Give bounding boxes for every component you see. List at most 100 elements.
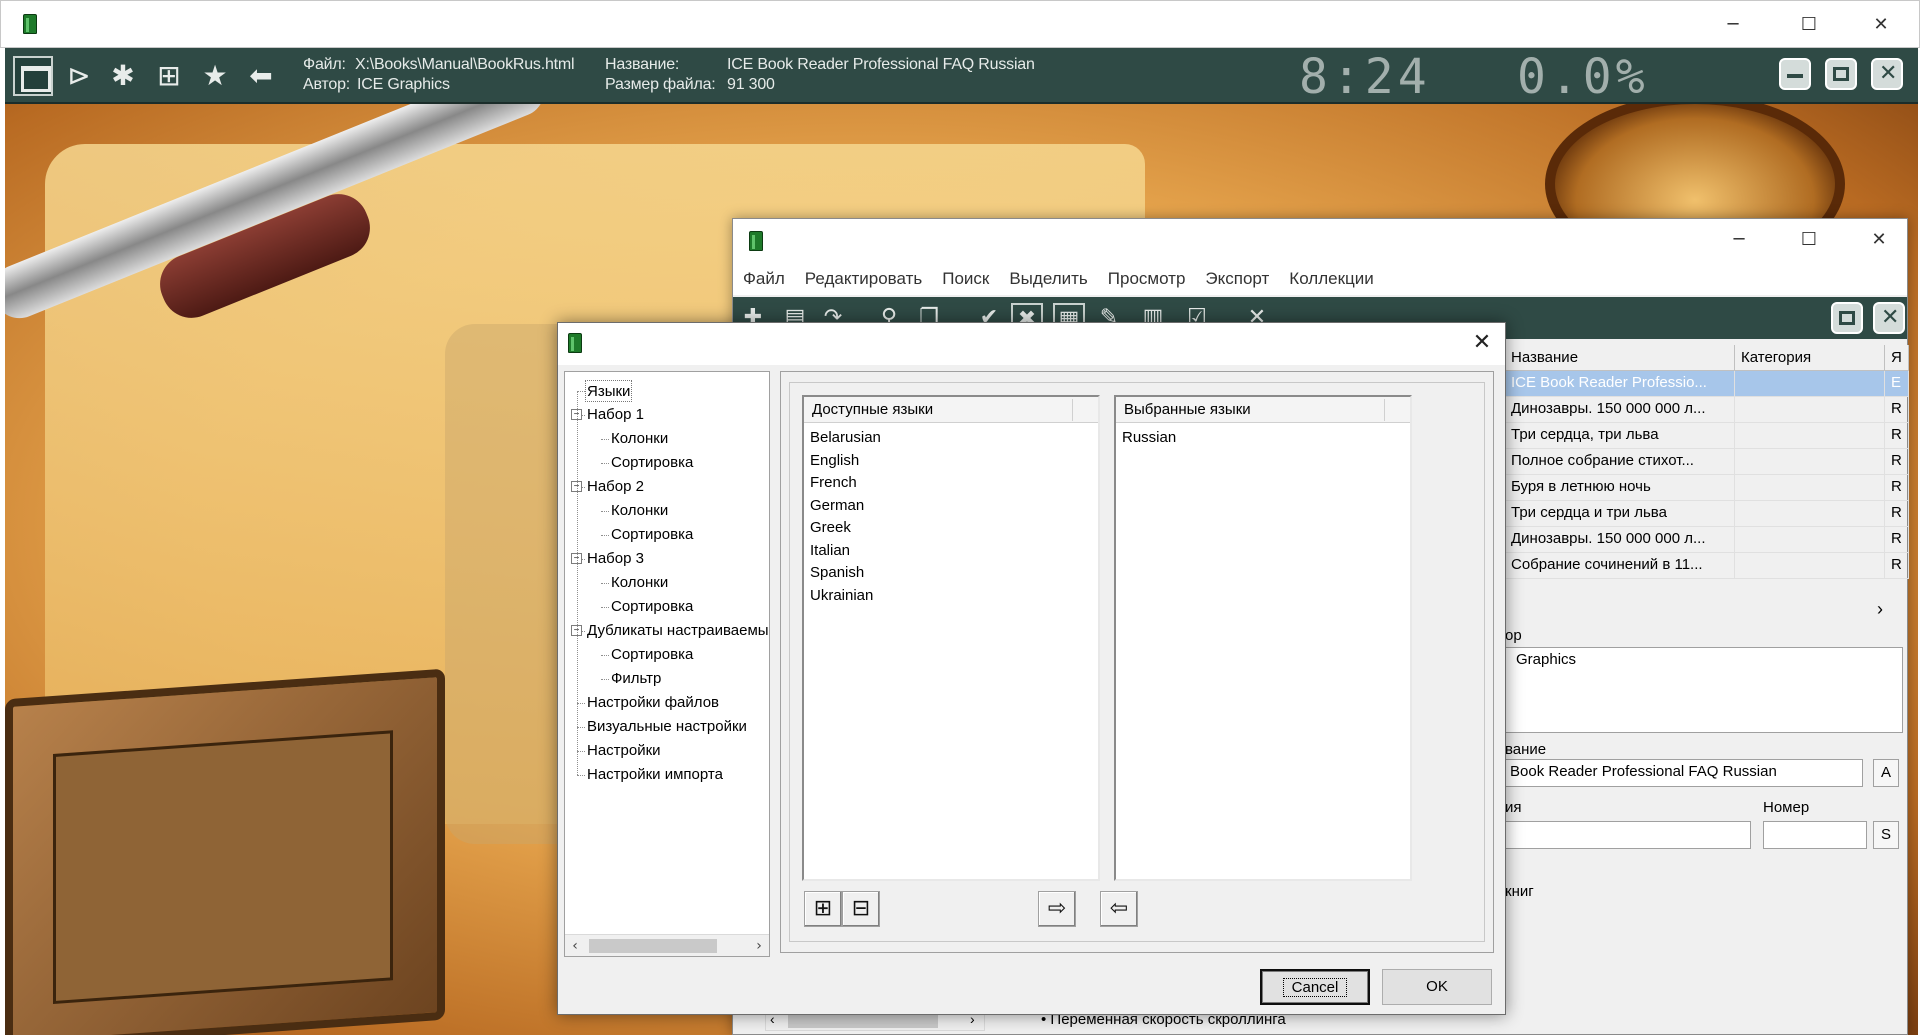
menu-edit[interactable]: Редактировать (805, 269, 922, 289)
close-button[interactable]: ✕ (1851, 1, 1911, 47)
tree-node[interactable]: Настройки (587, 740, 661, 762)
title-input[interactable]: Book Reader Professional FAQ Russian (1505, 759, 1863, 787)
list-item[interactable]: Greek (810, 517, 851, 539)
list-item[interactable]: Belarusian (810, 427, 881, 449)
table-row[interactable]: Буря в летнюю ночь R (1505, 475, 1909, 501)
menu-view[interactable]: Просмотр (1108, 269, 1186, 289)
list-item[interactable]: German (810, 495, 864, 517)
tree-node[interactable]: Дубликаты настраиваемые (587, 620, 769, 642)
collection-toolbar-restore-button[interactable] (1831, 302, 1863, 334)
dialog-close-button[interactable]: ✕ (1459, 323, 1505, 365)
author-textarea[interactable]: Graphics (1505, 647, 1903, 733)
tree-node[interactable]: Настройки импорта (587, 764, 723, 786)
series-input[interactable] (1505, 821, 1751, 849)
tree-node[interactable]: Языки (585, 380, 633, 402)
author-textarea-value: Graphics (1516, 651, 1577, 668)
table-scroll-right-arrow[interactable]: › (1877, 599, 1883, 620)
collection-close-button[interactable]: ✕ (1849, 219, 1909, 259)
reader-close-button[interactable]: ✕ (1871, 58, 1903, 90)
table-row[interactable]: Полное собрание стихот... R (1505, 449, 1909, 475)
tree-node[interactable]: Колонки (611, 428, 668, 450)
tree-connector (577, 391, 585, 392)
menu-file[interactable]: Файл (743, 269, 785, 289)
column-category[interactable]: Категория (1735, 345, 1885, 371)
add-bookmark-icon[interactable]: ⊞ (151, 58, 187, 94)
available-languages-list[interactable]: Доступные языки Belarusian English French G… (802, 395, 1100, 881)
ok-button[interactable]: OK (1382, 969, 1492, 1005)
list-item[interactable]: English (810, 450, 859, 472)
dialog-app-icon (568, 333, 582, 353)
back-arrow-icon[interactable]: ⬅ (243, 58, 279, 94)
column-lang[interactable]: Я (1885, 345, 1909, 371)
collection-maximize-button[interactable]: ☐ (1779, 219, 1839, 259)
table-row[interactable]: ICE Book Reader Professio... E (1505, 371, 1909, 397)
add-language-button[interactable]: ⊞ (804, 891, 842, 927)
tree-connector (601, 439, 609, 440)
menu-search[interactable]: Поиск (942, 269, 989, 289)
tree-node[interactable]: Фильтр (611, 668, 661, 690)
tree-scroll-right-icon[interactable]: › (749, 935, 769, 956)
selected-languages-header: Выбранные языки (1116, 397, 1410, 423)
arrow-right-icon: ⇨ (1047, 896, 1067, 921)
tree-connector (577, 751, 585, 752)
collection-toolbar-close-button[interactable]: ✕ (1873, 302, 1905, 334)
table-cell-title: ICE Book Reader Professio... (1505, 371, 1735, 397)
cancel-button[interactable]: Cancel (1260, 969, 1370, 1005)
tree-node[interactable]: Набор 1 (587, 404, 644, 426)
star-icon[interactable]: ★ (197, 58, 233, 94)
tree-node[interactable]: Набор 3 (587, 548, 644, 570)
open-book-button[interactable] (13, 56, 53, 96)
reader-minimize-button[interactable] (1779, 58, 1811, 90)
table-row[interactable]: Динозавры. 150 000 000 л... R (1505, 397, 1909, 423)
table-cell-category (1735, 449, 1885, 475)
tree-node[interactable]: Сортировка (611, 524, 693, 546)
table-row[interactable]: Три сердца и три льва R (1505, 501, 1909, 527)
move-left-button[interactable]: ⇦ (1100, 891, 1138, 927)
number-input[interactable] (1763, 821, 1867, 849)
tree-scroll-left-icon[interactable]: ‹ (565, 935, 585, 956)
author-value: ICE Graphics (357, 76, 450, 93)
list-item[interactable]: Russian (1122, 427, 1176, 449)
selected-languages-list[interactable]: Выбранные языки Russian (1114, 395, 1412, 881)
menu-collections[interactable]: Коллекции (1289, 269, 1373, 289)
table-row[interactable]: Собрание сочинений в 11... R (1505, 553, 1909, 579)
available-languages-header: Доступные языки (804, 397, 1098, 423)
remove-language-button[interactable]: ⊟ (842, 891, 880, 927)
table-cell-title: Собрание сочинений в 11... (1505, 553, 1735, 579)
table-cell-lang: R (1885, 397, 1909, 423)
tree-node[interactable]: Сортировка (611, 452, 693, 474)
maximize-button[interactable]: ☐ (1779, 1, 1839, 47)
settings-icon[interactable]: ✱ (105, 58, 141, 94)
scroll-thumb[interactable] (788, 1014, 938, 1028)
tree-node[interactable]: Сортировка (611, 596, 693, 618)
tree-horizontal-scrollbar[interactable]: ‹ › (565, 934, 769, 956)
collection-titlebar: ─ ☐ ✕ (733, 219, 1907, 263)
minimize-button[interactable]: ─ (1703, 1, 1763, 47)
play-icon[interactable]: ⊳ (61, 58, 97, 94)
tree-connector (601, 463, 609, 464)
table-cell-category (1735, 553, 1885, 579)
list-item[interactable]: French (810, 472, 857, 494)
list-item[interactable]: Ukrainian (810, 585, 873, 607)
table-row[interactable]: Три сердца, три льва R (1505, 423, 1909, 449)
column-title[interactable]: Название (1505, 345, 1735, 371)
menu-select[interactable]: Выделить (1009, 269, 1087, 289)
collection-minimize-button[interactable]: ─ (1709, 219, 1769, 259)
menu-export[interactable]: Экспорт (1205, 269, 1269, 289)
list-item[interactable]: Italian (810, 540, 850, 562)
tree-node[interactable]: Настройки файлов (587, 692, 719, 714)
list-item[interactable]: Spanish (810, 562, 864, 584)
number-auto-button[interactable]: S (1873, 821, 1899, 849)
title-auto-button[interactable]: A (1873, 759, 1899, 787)
tree-node[interactable]: Колонки (611, 500, 668, 522)
title-field-label: вание (1505, 741, 1547, 758)
tree-node[interactable]: Визуальные настройки (587, 716, 747, 738)
table-cell-title: Три сердца, три льва (1505, 423, 1735, 449)
tree-scroll-thumb[interactable] (589, 939, 717, 953)
tree-node[interactable]: Набор 2 (587, 476, 644, 498)
table-row[interactable]: Динозавры. 150 000 000 л... R (1505, 527, 1909, 553)
tree-node[interactable]: Сортировка (611, 644, 693, 666)
tree-node[interactable]: Колонки (611, 572, 668, 594)
move-right-button[interactable]: ⇨ (1038, 891, 1076, 927)
reader-maximize-button[interactable] (1825, 58, 1857, 90)
